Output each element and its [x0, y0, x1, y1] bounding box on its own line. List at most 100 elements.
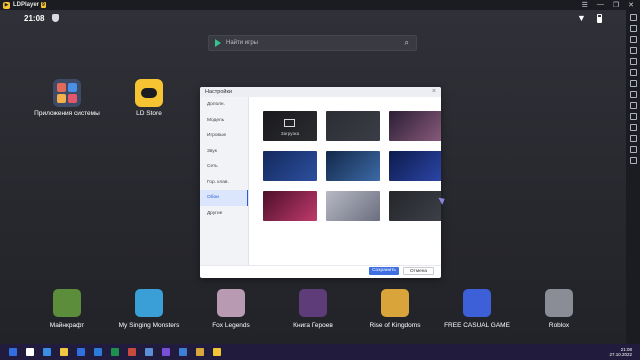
play-store-icon — [215, 39, 221, 47]
minecraft-icon — [53, 289, 81, 317]
dock-app-label: Майнкрафт — [49, 322, 85, 329]
ldplayer-logo-icon: ▶ — [3, 1, 10, 9]
taskbar-app-icon[interactable] — [94, 348, 102, 356]
game-search-bar[interactable]: Найти игры ⌕ — [208, 35, 417, 51]
wallpaper-thumbnail[interactable] — [389, 191, 441, 221]
fullscreen-icon[interactable] — [629, 58, 637, 65]
desktop-app-ld-store[interactable]: LD Store — [104, 79, 194, 117]
location-icon[interactable] — [629, 146, 637, 153]
multi-instance-icon[interactable] — [629, 102, 637, 109]
dock-app-minecraft[interactable]: Майнкрафт — [25, 289, 109, 329]
nav-item-advanced[interactable]: Дополн. — [200, 97, 248, 113]
nav-item-game[interactable]: Игровые — [200, 128, 248, 144]
wallpaper-upload[interactable]: Загрузка — [263, 111, 317, 141]
maximize-icon[interactable]: ❐ — [613, 1, 619, 9]
android-status-bar: 21:08 ▼ — [0, 10, 626, 28]
wallpaper-thumbnail[interactable] — [389, 111, 441, 141]
taskbar-app-icon[interactable] — [60, 348, 68, 356]
android-screen: 21:08 ▼ Найти игры ⌕ Приложения системы … — [0, 10, 626, 344]
ldplayer-taskbar-icon[interactable] — [213, 348, 221, 356]
volume-up-icon[interactable] — [629, 36, 637, 43]
search-icon[interactable]: ⌕ — [405, 38, 409, 48]
keyboard-mapping-icon[interactable] — [629, 14, 637, 21]
system-tray-clock[interactable]: 21:08 27.10.2022 — [609, 347, 632, 357]
dock-app-label: FREE CASUAL GAME — [444, 322, 510, 329]
dock-app-book-of-heroes[interactable]: Книга Героев — [271, 289, 355, 329]
folder-icon[interactable] — [629, 135, 637, 142]
window-titlebar: ▶ LDPlayer 9 ☰ — ❐ ✕ — [0, 0, 640, 10]
fox-legends-icon — [217, 289, 245, 317]
taskbar-app-icon[interactable] — [162, 348, 170, 356]
windows-start-icon[interactable] — [9, 348, 17, 356]
search-placeholder: Найти игры — [226, 40, 258, 46]
wallpaper-thumbnail[interactable] — [326, 151, 380, 181]
taskbar-app-icon[interactable] — [145, 348, 153, 356]
wallpaper-thumbnail[interactable] — [326, 191, 380, 221]
status-time: 21:08 — [24, 14, 45, 23]
book-of-heroes-icon — [299, 289, 327, 317]
record-icon[interactable] — [629, 80, 637, 87]
rotate-icon[interactable] — [629, 25, 637, 32]
save-button[interactable]: Сохранить — [369, 267, 399, 275]
nav-item-hotkeys[interactable]: Гор. клав. — [200, 175, 248, 191]
dock-app-rise-of-kingdoms[interactable]: Rise of Kingdoms — [353, 289, 437, 329]
rise-of-kingdoms-icon — [381, 289, 409, 317]
battery-icon — [597, 14, 602, 23]
ld-store-icon — [135, 79, 163, 107]
upload-label: Загрузка — [280, 131, 300, 136]
desktop-app-system-apps[interactable]: Приложения системы — [22, 79, 112, 117]
window-controls: ☰ — ❐ ✕ — [582, 1, 634, 9]
sync-icon[interactable] — [629, 113, 637, 120]
nav-item-wallpaper[interactable]: Обои — [200, 190, 248, 206]
dialog-footer: Сохранить Отмена — [200, 265, 441, 278]
wifi-icon: ▼ — [577, 13, 586, 23]
tray-date: 27.10.2022 — [609, 352, 632, 357]
wallpaper-thumbnail[interactable] — [263, 151, 317, 181]
dock-app-fox-legends[interactable]: Fox Legends — [189, 289, 273, 329]
taskbar-app-icon[interactable] — [128, 348, 136, 356]
roblox-icon — [545, 289, 573, 317]
windows-taskbar: 21:08 27.10.2022 — [0, 344, 640, 360]
upload-image-icon — [284, 119, 295, 127]
taskbar-app-icon[interactable] — [179, 348, 187, 356]
taskbar-app-icon[interactable] — [196, 348, 204, 356]
desktop-app-label: LD Store — [136, 110, 162, 117]
close-icon[interactable]: ✕ — [628, 1, 634, 9]
dock-app-free-casual-game[interactable]: FREE CASUAL GAME — [435, 289, 519, 329]
more-icon[interactable] — [629, 157, 637, 164]
volume-down-icon[interactable] — [629, 47, 637, 54]
shield-icon — [52, 14, 59, 22]
dock-app-label: My Singing Monsters — [118, 322, 180, 329]
wallpaper-thumbnail[interactable] — [389, 151, 441, 181]
close-icon[interactable]: × — [432, 87, 436, 97]
free-casual-game-icon — [463, 289, 491, 317]
nav-item-model[interactable]: Модель — [200, 113, 248, 129]
wallpaper-thumbnail[interactable] — [263, 191, 317, 221]
menu-icon[interactable]: ☰ — [582, 1, 588, 9]
emulator-toolbar — [626, 10, 640, 344]
system-apps-icon — [53, 79, 81, 107]
wallpaper-thumbnail[interactable] — [326, 111, 380, 141]
apk-install-icon[interactable] — [629, 91, 637, 98]
app-name: LDPlayer — [13, 2, 40, 8]
cancel-button[interactable]: Отмена — [403, 267, 434, 275]
nav-item-network[interactable]: Сеть — [200, 159, 248, 175]
dock-app-my-singing-monsters[interactable]: My Singing Monsters — [107, 289, 191, 329]
dialog-header: Настройки × — [200, 87, 441, 97]
task-view-icon[interactable] — [43, 348, 51, 356]
version-badge: 9 — [41, 2, 46, 8]
dock-app-label: Книга Героев — [293, 322, 333, 329]
nav-item-sound[interactable]: Звук — [200, 144, 248, 160]
dock-app-label: Roblox — [548, 322, 570, 329]
settings-dialog: Настройки × Дополн. Модель Игровые Звук … — [200, 87, 441, 278]
search-icon[interactable] — [26, 348, 34, 356]
dock-app-roblox[interactable]: Roblox — [517, 289, 601, 329]
taskbar-app-icon[interactable] — [77, 348, 85, 356]
screenshot-icon[interactable] — [629, 69, 637, 76]
dock-app-label: Rise of Kingdoms — [369, 322, 421, 329]
nav-item-other[interactable]: Другие — [200, 206, 248, 222]
shake-icon[interactable] — [629, 124, 637, 131]
taskbar-app-icon[interactable] — [111, 348, 119, 356]
minimize-icon[interactable]: — — [597, 1, 604, 9]
dock-app-label: Fox Legends — [212, 322, 250, 329]
